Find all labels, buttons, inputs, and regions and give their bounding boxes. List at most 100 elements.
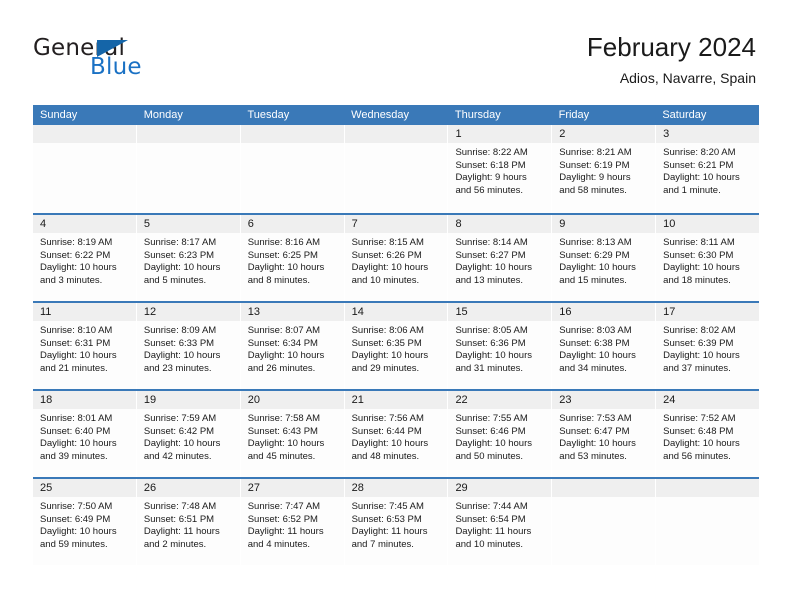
calendar-day-cell[interactable]: 7 Sunrise: 8:15 AM Sunset: 6:26 PM Daylight… bbox=[344, 215, 449, 301]
day-info-line: and 4 minutes. bbox=[247, 538, 311, 550]
day-number: 9 bbox=[552, 215, 656, 233]
day-info-line: and 50 minutes. bbox=[455, 450, 524, 462]
day-info-line: and 7 minutes. bbox=[351, 538, 414, 550]
day-number: 24 bbox=[656, 391, 760, 409]
day-info-line: Daylight: 10 hours bbox=[351, 262, 429, 274]
day-info-line: and 8 minutes. bbox=[247, 274, 311, 286]
day-sun-info bbox=[656, 497, 759, 501]
calendar-day-cell[interactable]: 10 Sunrise: 8:11 AM Sunset: 6:30 PM Dayligh… bbox=[656, 215, 760, 301]
calendar-day-cell[interactable]: 17 Sunrise: 8:02 AM Sunset: 6:39 PM Dayligh… bbox=[656, 303, 760, 389]
day-info-line: Daylight: 9 hours bbox=[559, 172, 631, 184]
calendar-day-cell[interactable]: 12 Sunrise: 8:09 AM Sunset: 6:33 PM Dayligh… bbox=[136, 303, 241, 389]
day-info-line: Daylight: 10 hours bbox=[247, 438, 325, 450]
calendar-day-cell[interactable]: 28 Sunrise: 7:45 AM Sunset: 6:53 PM Dayligh… bbox=[344, 479, 449, 565]
calendar-day-cell[interactable]: 8 Sunrise: 8:14 AM Sunset: 6:27 PM Daylight… bbox=[448, 215, 553, 301]
calendar-week-row: 11 Sunrise: 8:10 AM Sunset: 6:31 PM Dayligh… bbox=[33, 301, 760, 389]
day-info-line: Sunrise: 8:14 AM bbox=[455, 237, 528, 248]
day-info-line: Sunrise: 8:07 AM bbox=[247, 325, 321, 336]
day-info-line: and 31 minutes. bbox=[455, 362, 524, 374]
day-info-line: and 37 minutes. bbox=[663, 362, 731, 374]
day-info-line: Sunset: 6:39 PM bbox=[663, 337, 734, 349]
day-number: 13 bbox=[240, 303, 344, 321]
day-info-line: and 26 minutes. bbox=[247, 362, 316, 374]
day-number bbox=[344, 125, 448, 143]
day-info-line: and 34 minutes. bbox=[559, 362, 627, 374]
calendar-day-cell[interactable]: 5 Sunrise: 8:17 AM Sunset: 6:23 PM Daylight… bbox=[136, 215, 241, 301]
calendar-day-cell[interactable]: 29 Sunrise: 7:44 AM Sunset: 6:54 PM Dayligh… bbox=[448, 479, 553, 565]
calendar-day-cell[interactable]: 25 Sunrise: 7:50 AM Sunset: 6:49 PM Dayligh… bbox=[33, 479, 137, 565]
calendar-week-row: 18 Sunrise: 8:01 AM Sunset: 6:40 PM Dayligh… bbox=[33, 389, 760, 477]
calendar-day-cell[interactable]: 21 Sunrise: 7:56 AM Sunset: 6:44 PM Dayligh… bbox=[344, 391, 449, 477]
day-info-line: Sunset: 6:47 PM bbox=[559, 425, 630, 437]
calendar-day-cell[interactable]: 14 Sunrise: 8:06 AM Sunset: 6:35 PM Dayligh… bbox=[344, 303, 449, 389]
day-info-line: Sunset: 6:33 PM bbox=[143, 337, 215, 349]
day-number bbox=[656, 479, 760, 497]
day-info-line: and 10 minutes. bbox=[455, 538, 524, 550]
logo-text-blue: Blue bbox=[90, 54, 142, 80]
day-info-line: Sunset: 6:19 PM bbox=[559, 159, 630, 171]
day-number: 6 bbox=[240, 215, 344, 233]
calendar-day-cell[interactable]: 15 Sunrise: 8:05 AM Sunset: 6:36 PM Dayligh… bbox=[448, 303, 553, 389]
day-info-line: Daylight: 10 hours bbox=[455, 262, 533, 274]
weekday-header-wednesday: Wednesday bbox=[351, 109, 410, 121]
calendar-day-cell-empty bbox=[344, 125, 449, 213]
day-info-line: Sunset: 6:34 PM bbox=[247, 337, 318, 349]
calendar-day-cell[interactable]: 26 Sunrise: 7:48 AM Sunset: 6:51 PM Dayligh… bbox=[136, 479, 241, 565]
calendar-day-cell[interactable]: 24 Sunrise: 7:52 AM Sunset: 6:48 PM Dayligh… bbox=[656, 391, 760, 477]
calendar-day-cell[interactable]: 20 Sunrise: 7:58 AM Sunset: 6:43 PM Dayligh… bbox=[240, 391, 345, 477]
day-info-line: Sunrise: 8:21 AM bbox=[559, 147, 632, 158]
weekday-header-thursday: Thursday bbox=[454, 109, 501, 121]
day-info-line: Sunrise: 8:03 AM bbox=[559, 325, 632, 336]
calendar-day-cell[interactable]: 19 Sunrise: 7:59 AM Sunset: 6:42 PM Dayligh… bbox=[136, 391, 241, 477]
general-blue-logo[interactable]: General Blue bbox=[33, 36, 233, 86]
day-number: 1 bbox=[448, 125, 552, 143]
day-info-line: Sunset: 6:21 PM bbox=[663, 159, 734, 171]
calendar-day-cell[interactable]: 4 Sunrise: 8:19 AM Sunset: 6:22 PM Daylight… bbox=[33, 215, 137, 301]
day-sun-info: Sunrise: 8:17 AM Sunset: 6:23 PM Daylight:… bbox=[137, 233, 240, 287]
day-info-line: Sunset: 6:38 PM bbox=[559, 337, 630, 349]
day-info-line: Daylight: 10 hours bbox=[40, 350, 117, 362]
calendar-day-cell[interactable]: 13 Sunrise: 8:07 AM Sunset: 6:34 PM Dayligh… bbox=[240, 303, 345, 389]
calendar-day-cell[interactable]: 6 Sunrise: 8:16 AM Sunset: 6:25 PM Daylight… bbox=[240, 215, 345, 301]
day-number: 10 bbox=[656, 215, 760, 233]
calendar-day-cell[interactable]: 23 Sunrise: 7:53 AM Sunset: 6:47 PM Dayligh… bbox=[552, 391, 657, 477]
weekday-header-tuesday: Tuesday bbox=[247, 109, 290, 121]
day-info-line: and 59 minutes. bbox=[40, 538, 108, 550]
day-sun-info: Sunrise: 8:16 AM Sunset: 6:25 PM Daylight:… bbox=[241, 233, 344, 287]
day-sun-info: Sunrise: 8:19 AM Sunset: 6:22 PM Daylight:… bbox=[33, 233, 136, 287]
day-info-line: Sunrise: 8:09 AM bbox=[143, 325, 217, 336]
calendar-day-cell[interactable]: 1 Sunrise: 8:22 AM Sunset: 6:18 PM Daylight… bbox=[448, 125, 553, 213]
day-info-line: Sunrise: 7:55 AM bbox=[455, 413, 528, 424]
day-info-line: Sunset: 6:49 PM bbox=[40, 513, 111, 525]
calendar-day-cell[interactable]: 16 Sunrise: 8:03 AM Sunset: 6:38 PM Dayligh… bbox=[552, 303, 657, 389]
calendar-day-cell[interactable]: 27 Sunrise: 7:47 AM Sunset: 6:52 PM Dayligh… bbox=[240, 479, 345, 565]
day-info-line: Sunset: 6:29 PM bbox=[559, 249, 630, 261]
day-info-line: Daylight: 10 hours bbox=[247, 350, 325, 362]
calendar-page: General Blue February 2024 Adios, Navarr… bbox=[0, 0, 792, 612]
day-number bbox=[33, 125, 136, 143]
calendar-day-cell[interactable]: 9 Sunrise: 8:13 AM Sunset: 6:29 PM Daylight… bbox=[552, 215, 657, 301]
calendar-day-cell[interactable]: 3 Sunrise: 8:20 AM Sunset: 6:21 PM Daylight… bbox=[656, 125, 760, 213]
calendar-day-cell[interactable]: 2 Sunrise: 8:21 AM Sunset: 6:19 PM Daylight… bbox=[552, 125, 657, 213]
calendar-day-cell[interactable]: 22 Sunrise: 7:55 AM Sunset: 6:46 PM Dayligh… bbox=[448, 391, 553, 477]
day-number: 12 bbox=[136, 303, 240, 321]
day-info-line: Daylight: 10 hours bbox=[351, 350, 429, 362]
calendar-day-cell[interactable]: 18 Sunrise: 8:01 AM Sunset: 6:40 PM Dayligh… bbox=[33, 391, 137, 477]
day-info-line: and 45 minutes. bbox=[247, 450, 316, 462]
day-info-line: Sunrise: 7:44 AM bbox=[455, 501, 528, 512]
day-sun-info bbox=[552, 497, 655, 501]
day-info-line: Sunset: 6:36 PM bbox=[455, 337, 526, 349]
day-number: 7 bbox=[344, 215, 448, 233]
day-number bbox=[136, 125, 240, 143]
day-info-line: Daylight: 11 hours bbox=[455, 526, 532, 538]
day-info-line: Sunrise: 7:45 AM bbox=[351, 501, 424, 512]
day-sun-info: Sunrise: 7:55 AM Sunset: 6:46 PM Daylight:… bbox=[448, 409, 551, 463]
day-info-line: Daylight: 10 hours bbox=[455, 438, 533, 450]
day-number: 16 bbox=[552, 303, 656, 321]
calendar-week-row: 4 Sunrise: 8:19 AM Sunset: 6:22 PM Daylight… bbox=[33, 213, 760, 301]
calendar-body: 1 Sunrise: 8:22 AM Sunset: 6:18 PM Daylight… bbox=[33, 125, 760, 565]
day-info-line: and 21 minutes. bbox=[40, 362, 108, 374]
day-info-line: Sunset: 6:43 PM bbox=[247, 425, 318, 437]
calendar-day-cell-empty bbox=[136, 125, 241, 213]
calendar-day-cell[interactable]: 11 Sunrise: 8:10 AM Sunset: 6:31 PM Dayligh… bbox=[33, 303, 137, 389]
